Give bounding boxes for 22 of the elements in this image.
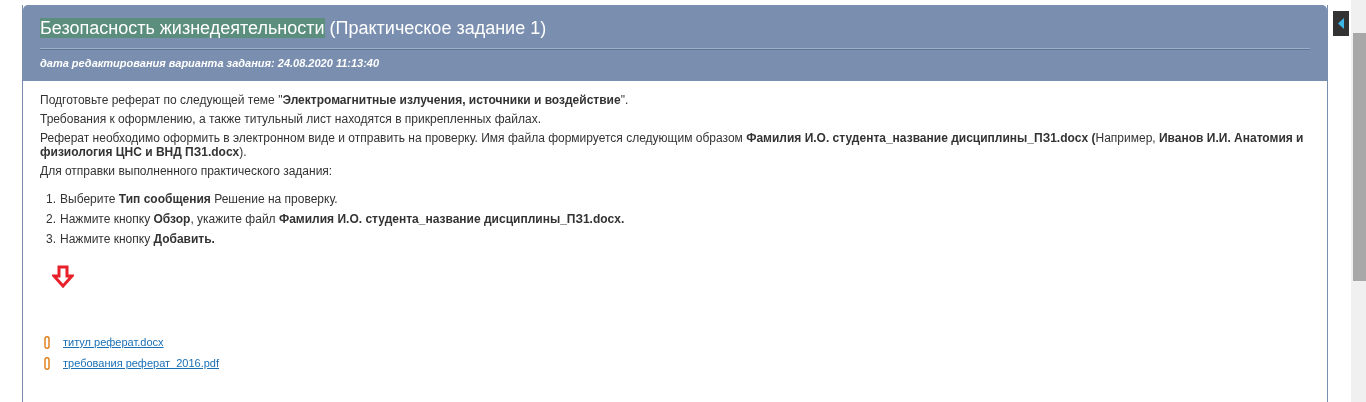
collapse-button[interactable] bbox=[1333, 11, 1349, 36]
scrollbar[interactable] bbox=[1351, 0, 1366, 402]
step-number: 3. bbox=[46, 232, 56, 246]
task-paragraph: Для отправки выполненного практического задания: bbox=[40, 164, 334, 178]
attachment-link[interactable]: требования реферат 2016.pdf bbox=[63, 356, 219, 370]
task-paragraph: Требования к оформлению, а также титульный лист находятся в прикрепленных файлах. bbox=[40, 112, 542, 126]
step-number: 1. bbox=[46, 192, 56, 206]
step-text: Выберите Тип сообщения Решение на проверку. bbox=[60, 192, 338, 206]
paperclip-icon bbox=[44, 356, 50, 370]
task-paragraph: Подготовьте реферат по следующей теме "Электромагнитные излучения, источники и воздействие". bbox=[40, 93, 630, 107]
attachment-link[interactable]: титул реферат.docx bbox=[63, 335, 164, 349]
step-number: 2. bbox=[46, 212, 56, 226]
step-text: Нажмите кнопку Добавить. bbox=[60, 232, 215, 246]
step-text: Нажмите кнопку Обзор, укажите файл Фамилия И.О. студента_название дисциплины_ПЗ1.docx. bbox=[60, 212, 625, 226]
task-paragraph: Реферат необходимо оформить в электронном виде и отправить на проверку. Имя файла формируется следующим образом Фамилия И.О. студента_название дисциплины_ПЗ1.docx (Например, Иванов И.И. Анатомия и физиология ЦНС и ВНД ПЗ1.docx). bbox=[40, 131, 1305, 159]
course-title: Безопасность жизнедеятельности bbox=[40, 18, 325, 38]
edit-date: дата редактирования варианта задания: 24.08.2020 11:13:40 bbox=[40, 56, 381, 70]
paperclip-icon bbox=[44, 335, 50, 349]
scrollbar-thumb[interactable] bbox=[1353, 33, 1366, 281]
task-title: (Практическое задание 1) bbox=[329, 18, 547, 38]
caret-left-icon bbox=[1338, 18, 1344, 29]
down-arrow-icon bbox=[52, 265, 74, 289]
